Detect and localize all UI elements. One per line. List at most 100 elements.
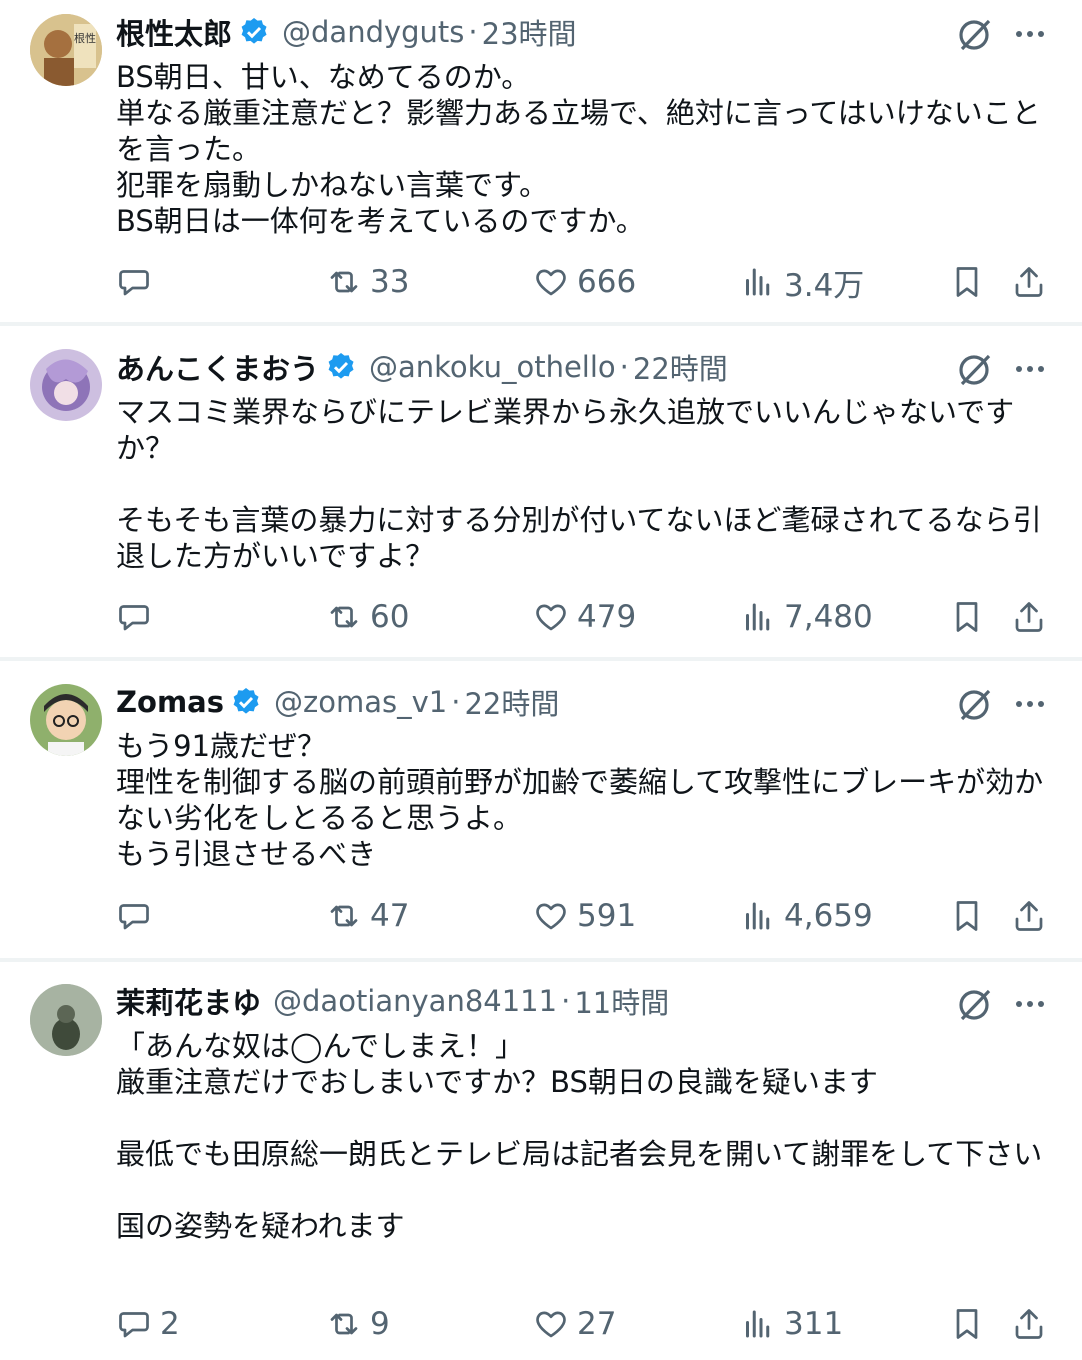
share-icon: [1015, 267, 1043, 297]
retweet-button[interactable]: 47: [326, 894, 409, 938]
avatar[interactable]: 根性: [30, 14, 102, 86]
reply-button[interactable]: [116, 595, 160, 639]
bookmark-button[interactable]: [949, 1302, 985, 1346]
share-button[interactable]: [1011, 1302, 1047, 1346]
avatar[interactable]: [30, 984, 102, 1056]
views-button[interactable]: 3.4万: [740, 260, 864, 304]
share-icon: [1015, 1309, 1043, 1339]
timestamp[interactable]: 11時間: [574, 980, 669, 1022]
reply-icon: [119, 605, 149, 631]
reply-icon: [119, 270, 149, 296]
grok-icon[interactable]: [955, 684, 995, 724]
more-icon[interactable]: [1010, 14, 1050, 54]
reply-icon: [119, 1312, 149, 1338]
timestamp[interactable]: 22時間: [464, 681, 559, 723]
action-bar: 60 479 7,480: [0, 595, 1082, 639]
bookmark-button[interactable]: [949, 595, 985, 639]
verified-badge-icon: [328, 353, 354, 379]
reply-button[interactable]: [116, 894, 160, 938]
verified-badge-icon: [241, 18, 267, 44]
share-button[interactable]: [1011, 595, 1047, 639]
like-icon: [536, 1311, 566, 1338]
retweet-icon: [330, 905, 358, 927]
like-icon: [536, 604, 566, 631]
tweet-text: 「あんな奴は◯んでしまえ！」 厳重注意だけでおしまいですか？BS朝日の良識を疑い…: [116, 1029, 1043, 1243]
bookmark-icon: [956, 602, 978, 632]
tweet-text: もう91歳だぜ？ 理性を制御する脳の前頭前野が加齢で萎縮して攻撃性にブレーキが効…: [116, 729, 1044, 871]
action-bar: 33 666 3.4万: [0, 260, 1082, 304]
avatar[interactable]: [30, 684, 102, 756]
like-button[interactable]: 479: [533, 595, 636, 639]
retweet-icon: [330, 1313, 358, 1335]
grok-icon[interactable]: [955, 984, 995, 1024]
like-count: 666: [577, 264, 637, 300]
like-button[interactable]: 591: [533, 894, 636, 938]
reply-icon: [119, 904, 149, 930]
display-name[interactable]: Zomas: [116, 685, 224, 719]
handle[interactable]: @ankoku_othello: [369, 350, 616, 384]
bookmark-icon: [956, 901, 978, 931]
avatar[interactable]: [30, 349, 102, 421]
reply-feed: 根性 根性太郎 @dandyguts · 23時間 BS朝日、甘い、なめてるのか…: [0, 0, 1082, 1360]
handle[interactable]: @dandyguts: [282, 15, 464, 49]
handle[interactable]: @daotianyan84111: [273, 984, 557, 1018]
display-name[interactable]: 茉莉花まゆ: [116, 980, 261, 1022]
like-button[interactable]: 27: [533, 1302, 616, 1346]
like-count: 591: [577, 898, 637, 934]
views-icon: [746, 902, 770, 930]
more-icon[interactable]: [1010, 684, 1050, 724]
handle[interactable]: @zomas_v1: [274, 685, 447, 719]
retweet-count: 60: [370, 599, 410, 635]
tweet-header: あんこくまおう @ankoku_othello · 22時間: [116, 347, 1082, 387]
retweet-button[interactable]: 9: [326, 1302, 390, 1346]
tweet[interactable]: 根性 根性太郎 @dandyguts · 23時間 BS朝日、甘い、なめてるのか…: [0, 0, 1082, 322]
tweet[interactable]: あんこくまおう @ankoku_othello · 22時間 マスコミ業界ならび…: [0, 326, 1082, 657]
timestamp[interactable]: 23時間: [482, 11, 577, 53]
tweet-header: 根性太郎 @dandyguts · 23時間: [116, 12, 1082, 52]
like-icon: [536, 269, 566, 296]
like-icon: [536, 903, 566, 930]
views-icon: [746, 1310, 770, 1338]
views-count: 311: [784, 1306, 844, 1342]
views-count: 7,480: [784, 599, 873, 635]
views-count: 3.4万: [784, 267, 865, 304]
tweet[interactable]: 茉莉花まゆ @daotianyan84111 · 11時間 「あんな奴は◯んでし…: [0, 962, 1082, 1360]
action-bar: 2 9 27 311: [0, 1302, 1082, 1346]
retweet-count: 47: [370, 898, 410, 934]
avatar-text-1: 根性: [74, 31, 96, 45]
views-icon: [746, 603, 770, 631]
reply-button[interactable]: 2: [116, 1302, 180, 1346]
more-icon[interactable]: [1010, 984, 1050, 1024]
share-icon: [1015, 901, 1043, 931]
tweet-text: マスコミ業界ならびにテレビ業界から永久追放でいいんじゃないですか？ そもそも言葉…: [116, 395, 1042, 573]
bookmark-button[interactable]: [949, 260, 985, 304]
tweet-text: BS朝日、甘い、なめてるのか。 単なる厳重注意だと？影響力ある立場で、絶対に言っ…: [116, 60, 1041, 238]
retweet-count: 33: [370, 264, 410, 300]
views-count: 4,659: [784, 898, 873, 934]
views-button[interactable]: 311: [740, 1302, 843, 1346]
like-count: 27: [577, 1306, 617, 1342]
retweet-icon: [330, 606, 358, 628]
action-bar: 47 591 4,659: [0, 894, 1082, 938]
like-count: 479: [577, 599, 637, 635]
bookmark-button[interactable]: [949, 894, 985, 938]
like-button[interactable]: 666: [533, 260, 636, 304]
display-name[interactable]: あんこくまおう: [116, 346, 319, 388]
reply-button[interactable]: [116, 260, 160, 304]
grok-icon[interactable]: [955, 349, 995, 389]
more-icon[interactable]: [1010, 349, 1050, 389]
share-button[interactable]: [1011, 894, 1047, 938]
grok-icon[interactable]: [955, 14, 995, 54]
tweet-header: Zomas @zomas_v1 · 22時間: [116, 682, 1082, 722]
retweet-button[interactable]: 33: [326, 260, 409, 304]
share-icon: [1015, 602, 1043, 632]
views-icon: [746, 268, 770, 296]
bookmark-icon: [956, 267, 978, 297]
timestamp[interactable]: 22時間: [633, 346, 728, 388]
share-button[interactable]: [1011, 260, 1047, 304]
retweet-button[interactable]: 60: [326, 595, 409, 639]
views-button[interactable]: 7,480: [740, 595, 873, 639]
views-button[interactable]: 4,659: [740, 894, 873, 938]
tweet[interactable]: Zomas @zomas_v1 · 22時間 もう91歳だぜ？ 理性を制御する脳…: [0, 661, 1082, 958]
display-name[interactable]: 根性太郎: [116, 11, 232, 53]
